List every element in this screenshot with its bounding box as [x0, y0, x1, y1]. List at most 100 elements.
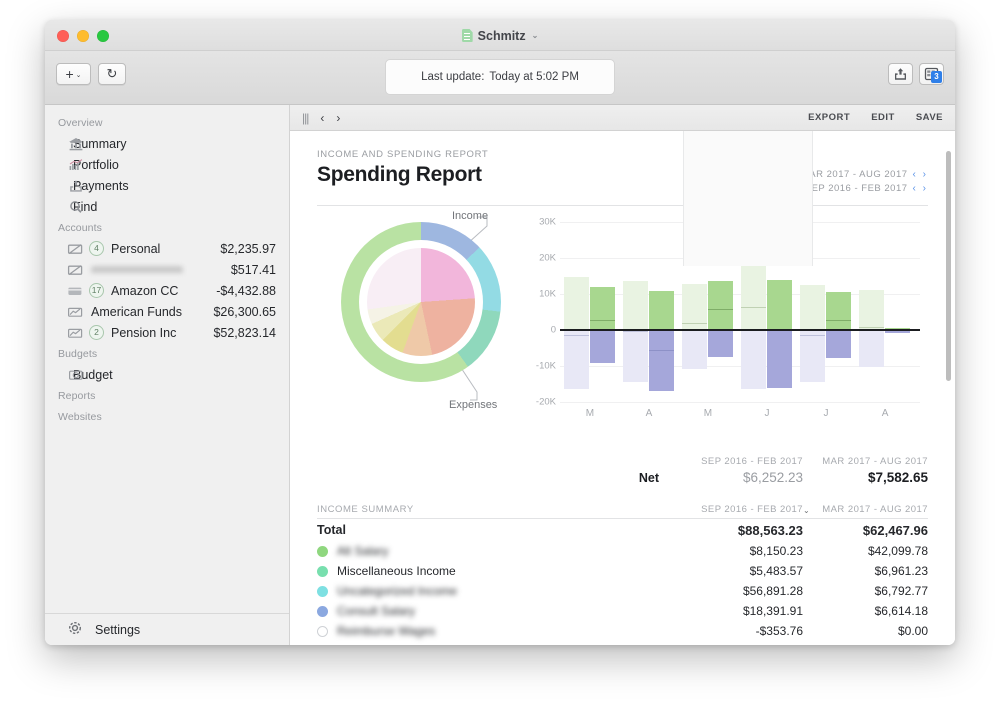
report-toolbar: ||| ‹ › EXPORT EDIT SAVE [290, 105, 955, 131]
share-button[interactable] [888, 63, 913, 85]
sidebar-item-payments[interactable]: Payments [45, 175, 289, 196]
row-value-prev: $56,891.28 [742, 584, 803, 598]
sidebar-item-label: Budget [73, 367, 113, 382]
sidebar-item-account-redacted[interactable]: $517.41 [45, 259, 289, 280]
invest-icon [67, 304, 85, 320]
chart-icon [67, 157, 85, 173]
last-update-field: Last update: Today at 5:02 PM [385, 59, 615, 95]
calendar-badge: 3 [931, 71, 942, 83]
sidebar-item-label: Amazon CC [111, 283, 179, 298]
sidebar-item-account-american-funds[interactable]: American Funds $26,300.65 [45, 301, 289, 322]
document-title[interactable]: Schmitz ⌄ [45, 20, 955, 51]
sidebar-item-budget[interactable]: Budget [45, 364, 289, 385]
column-header-prev[interactable]: SEP 2016 - FEB 2017 [673, 504, 803, 515]
sidebar-item-account-personal[interactable]: 4 Personal $2,235.97 [45, 238, 289, 259]
sidebar-item-find[interactable]: Find [45, 196, 289, 217]
table-row[interactable]: Reimburse Wages -$353.76 $0.00 [317, 621, 928, 641]
sidebar-group-reports[interactable]: Reports [45, 385, 289, 406]
income-pie-label: Income [452, 210, 489, 222]
row-label: Reimburse Wages [337, 624, 436, 638]
prev-income-bar [563, 277, 589, 330]
prev-income-bar [799, 285, 825, 330]
budget-icon [67, 367, 85, 383]
row-value-current: $0.00 [897, 624, 928, 638]
y-tick: 10K [539, 288, 556, 300]
bar-group-m1 [563, 212, 617, 402]
table-row[interactable]: Alt Salary $8,150.23 $42,099.78 [317, 541, 928, 561]
row-value-current: $6,792.77 [874, 584, 928, 598]
date-range-compare-label: SEP 2016 - FEB 2017 [804, 182, 908, 194]
table-row[interactable]: Consult Salary $18,391.91 $6,614.18 [317, 601, 928, 621]
row-value-prev: $5,483.57 [749, 564, 803, 578]
account-balance: $26,300.65 [213, 304, 276, 319]
screenshot-root: Schmitz ⌄ + ⌄ ↻ Last update: Today at 5:… [0, 0, 1000, 710]
y-tick: 30K [539, 216, 556, 228]
cards-icon [67, 283, 85, 299]
page-title: Spending Report [317, 163, 482, 186]
vertical-scrollbar[interactable] [946, 151, 951, 381]
zero-baseline [560, 329, 920, 331]
prev-expenses-bar [858, 330, 885, 368]
sidebar-settings-item[interactable]: Settings [45, 613, 289, 645]
curr-income-bar [826, 292, 852, 330]
curr-net-line [826, 319, 852, 321]
prev-expenses-bar [799, 330, 825, 383]
prev-net-line [681, 323, 707, 325]
net-summary: SEP 2016 - FEB 2017 MAR 2017 - AUG 2017 … [317, 456, 928, 485]
chevron-left-icon[interactable]: ‹ [320, 111, 324, 125]
row-value-prev: -$353.76 [755, 624, 803, 638]
row-label: Alt Salary [337, 544, 389, 558]
app-window: Schmitz ⌄ + ⌄ ↻ Last update: Today at 5:… [45, 20, 955, 645]
prev-net-line [858, 327, 885, 329]
refresh-button[interactable]: ↻ [98, 63, 126, 85]
sidebar-group-overview: Overview [58, 117, 103, 129]
table-caption: INCOME SUMMARY [317, 504, 414, 515]
compare-column-highlight [683, 131, 813, 266]
account-count-badge: 4 [89, 241, 104, 256]
sidebar-item-portfolio[interactable]: Portfolio [45, 154, 289, 175]
chevron-right-icon[interactable]: › [336, 111, 340, 125]
report-content: INCOME AND SPENDING REPORT Spending Repo… [290, 131, 955, 641]
export-button[interactable]: EXPORT [808, 112, 850, 123]
sidebar-group-accounts: Accounts [58, 222, 102, 234]
table-header: INCOME SUMMARY SEP 2016 - FEB 2017 ⌄ MAR… [317, 504, 928, 519]
inbox-upload-icon [67, 178, 85, 194]
curr-income-bar [707, 280, 734, 330]
sidebar: Overview Summary Portfolio Payments Find… [45, 105, 290, 645]
table-row[interactable]: Miscellaneous Income $5,483.57 $6,961.23 [317, 561, 928, 581]
sidebar-item-label: Payments [73, 178, 129, 193]
sidebar-group-websites[interactable]: Websites [45, 406, 289, 427]
curr-net-line [589, 319, 616, 321]
x-axis: M A M J J A [560, 408, 920, 424]
check-icon [67, 262, 85, 278]
add-button[interactable]: + ⌄ [56, 63, 91, 85]
net-col2-value: $7,582.65 [867, 470, 928, 485]
grip-icon[interactable]: ||| [302, 111, 309, 125]
range-stepper-current[interactable]: ‹ › [913, 169, 928, 180]
expenses-pie-label: Expenses [449, 399, 498, 411]
search-icon [67, 199, 85, 215]
prev-expenses-bar [740, 330, 766, 390]
edit-button[interactable]: EDIT [871, 112, 895, 123]
sidebar-item-account-amazon-cc[interactable]: 17 Amazon CC -$4,432.88 [45, 280, 289, 301]
chevron-down-icon: ⌄ [75, 71, 82, 79]
save-button[interactable]: SAVE [916, 112, 943, 123]
column-header-current[interactable]: ⌄ MAR 2017 - AUG 2017 [803, 504, 928, 515]
net-col2-header: MAR 2017 - AUG 2017 [822, 456, 928, 467]
x-tick: A [881, 408, 889, 419]
row-value-current: $42,099.78 [867, 544, 928, 558]
table-row-total: Total $88,563.23 $62,467.96 [317, 519, 928, 541]
net-label: Net [638, 471, 659, 485]
sidebar-item-label-redacted [91, 265, 183, 274]
range-stepper-compare[interactable]: ‹ › [913, 183, 928, 194]
x-tick: M [703, 408, 713, 419]
expenses-pie [367, 248, 475, 356]
table-row[interactable]: Uncategorized Income $56,891.28 $6,792.7… [317, 581, 928, 601]
row-value-prev: $88,563.23 [737, 522, 803, 538]
curr-net-line [707, 308, 734, 310]
net-column-headers: SEP 2016 - FEB 2017 MAR 2017 - AUG 2017 [317, 456, 928, 467]
calendar-button[interactable]: 3 [919, 63, 944, 85]
sidebar-item-summary[interactable]: Summary [45, 133, 289, 154]
chevron-down-icon[interactable]: ⌄ [532, 31, 539, 40]
sidebar-item-account-pension-inc[interactable]: 2 Pension Inc $52,823.14 [45, 322, 289, 343]
